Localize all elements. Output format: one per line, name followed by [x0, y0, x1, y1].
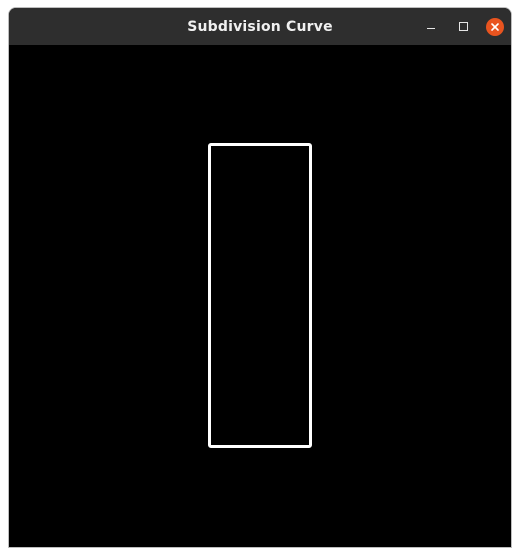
maximize-icon: [458, 22, 468, 31]
maximize-button[interactable]: [447, 8, 479, 45]
window-controls: [415, 8, 511, 45]
minimize-button[interactable]: [415, 8, 447, 45]
drawing-canvas[interactable]: [9, 45, 511, 547]
curve-rectangle: [208, 143, 312, 448]
curve-svg: [208, 143, 312, 448]
title-bar[interactable]: Subdivision Curve: [9, 8, 511, 45]
close-button[interactable]: [479, 8, 511, 45]
window-title: Subdivision Curve: [187, 18, 333, 35]
close-icon: [486, 17, 504, 36]
minimize-icon: [427, 28, 435, 29]
app-window: Subdivision Curve: [9, 8, 511, 547]
